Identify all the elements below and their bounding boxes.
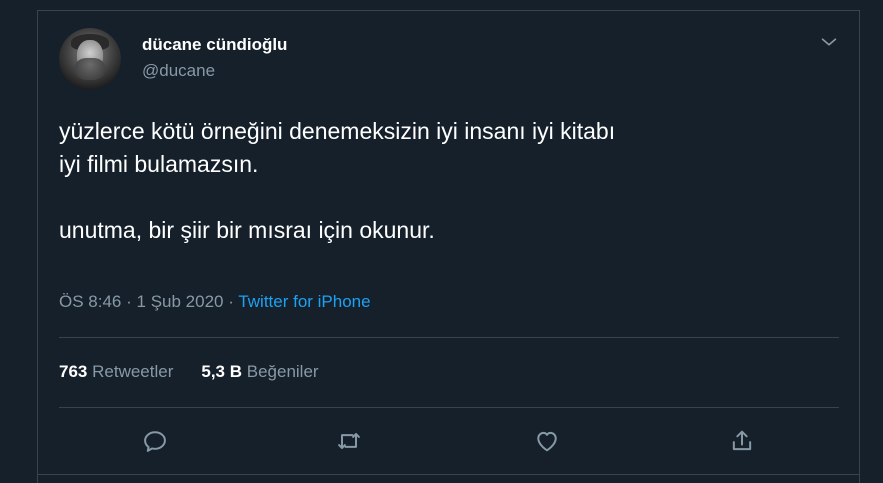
likes-count: 5,3 B — [201, 362, 243, 381]
divider — [37, 474, 860, 475]
retweets-count: 763 — [59, 362, 88, 381]
chevron-down-icon[interactable] — [818, 31, 840, 53]
tweet-stats: 763 Retweetler 5,3 B Beğeniler — [59, 362, 319, 382]
share-icon[interactable] — [728, 427, 756, 455]
retweets-label: Retweetler — [92, 362, 174, 381]
divider — [59, 337, 839, 338]
avatar[interactable] — [59, 28, 121, 90]
tweet-time[interactable]: ÖS 8:46 — [59, 292, 121, 311]
tweet-card: dücane cündioğlu @ducane yüzlerce kötü ö… — [37, 10, 860, 483]
likes-stat[interactable]: 5,3 B Beğeniler — [201, 362, 318, 381]
likes-label: Beğeniler — [246, 362, 319, 381]
retweet-icon[interactable] — [335, 427, 363, 455]
retweets-stat[interactable]: 763 Retweetler — [59, 362, 173, 381]
divider — [59, 407, 839, 408]
tweet-source-link[interactable]: Twitter for iPhone — [238, 292, 370, 311]
action-bar — [38, 425, 861, 465]
tweet-date[interactable]: 1 Şub 2020 — [137, 292, 224, 311]
reply-icon[interactable] — [141, 427, 169, 455]
user-handle[interactable]: @ducane — [142, 61, 215, 81]
user-name[interactable]: dücane cündioğlu — [142, 35, 287, 55]
tweet-text: yüzlerce kötü örneğini denemeksizin iyi … — [59, 118, 616, 243]
meta-separator: · — [126, 292, 132, 311]
tweet-meta: ÖS 8:46 · 1 Şub 2020 · Twitter for iPhon… — [59, 292, 371, 312]
heart-icon[interactable] — [533, 427, 561, 455]
meta-separator: · — [228, 292, 234, 311]
